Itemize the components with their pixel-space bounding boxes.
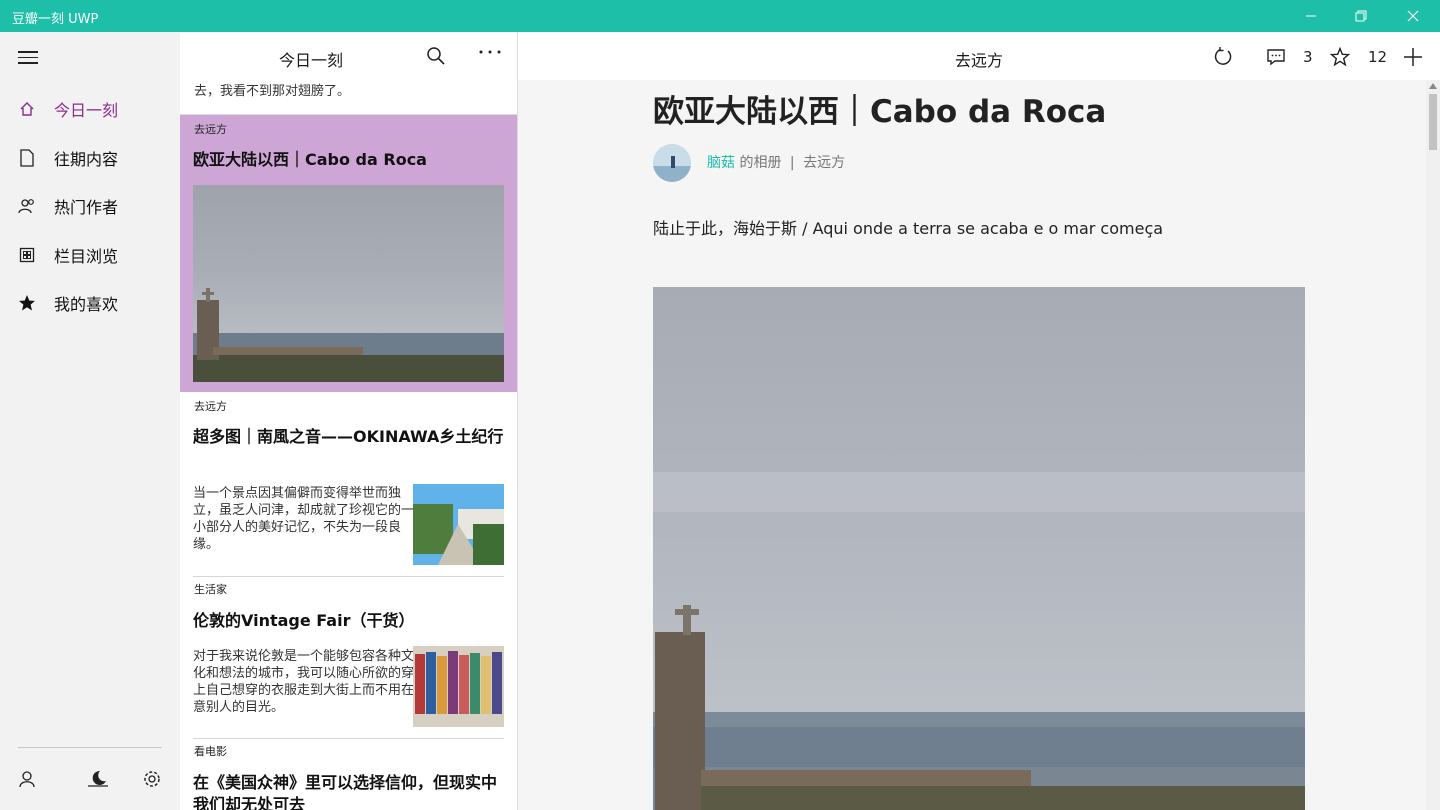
item-title[interactable]: 伦敦的Vintage Fair（干货） (193, 610, 504, 632)
star-outline-icon (1330, 47, 1350, 67)
hamburger-menu-button[interactable] (18, 51, 38, 65)
restore-icon (1355, 10, 1367, 22)
nav-item-today[interactable]: 今日一刻 (0, 87, 180, 131)
settings-button[interactable] (140, 767, 164, 791)
detail-header-title: 去远方 (954, 51, 1003, 70)
byline-separator: | (789, 155, 795, 171)
divider (193, 576, 504, 577)
item-thumbnail[interactable] (413, 646, 504, 727)
nav-pane: 今日一刻 往期内容 热门作者 栏目浏览 我的喜欢 (0, 32, 180, 810)
item-image (193, 185, 504, 382)
grid-icon (18, 246, 36, 264)
divider (193, 738, 504, 739)
comment-icon (1267, 49, 1285, 66)
item-excerpt: 当一个景点因其偏僻而变得举世而独立，虽乏人问津，却成就了珍视它的一小部分人的美好… (193, 486, 415, 552)
item-category: 去远方 (194, 400, 227, 413)
close-icon (1407, 10, 1419, 22)
article-detail-pane: 去远方 3 12 欧亚大陆以西｜Cabo da Roca 脑菇 的相册 | 去远… (518, 32, 1440, 810)
search-button[interactable] (426, 46, 446, 66)
article-lead: 陆止于此，海始于斯 / Aqui onde a terra se acaba e… (653, 219, 1164, 238)
byline-text: 的相册 (739, 155, 782, 171)
list-header: 今日一刻 (180, 32, 517, 80)
list-title: 今日一刻 (278, 51, 343, 70)
user-icon (19, 771, 35, 788)
item-excerpt: 对于我来说伦敦是一个能够包容各种文化和想法的城市，我可以随心所欲的穿上自己想穿的… (193, 649, 415, 715)
scrollbar-thumb[interactable] (1429, 94, 1437, 150)
like-count: 12 (1368, 48, 1388, 66)
title-bar: 豆瓣一刻 UWP (0, 0, 1440, 32)
minimize-button[interactable] (1288, 0, 1334, 32)
refresh-button[interactable] (1212, 46, 1234, 68)
nav-item-columns[interactable]: 栏目浏览 (0, 233, 180, 277)
item-category: 生活家 (194, 583, 227, 596)
star-icon (18, 294, 36, 312)
author-avatar[interactable] (653, 144, 691, 182)
close-button[interactable] (1390, 0, 1436, 32)
plus-icon (1404, 48, 1422, 66)
night-mode-icon (88, 770, 108, 787)
more-options-button[interactable] (478, 42, 502, 62)
refresh-icon (1214, 47, 1232, 65)
scroll-up-icon (1429, 83, 1437, 89)
comments-button[interactable] (1265, 46, 1287, 68)
nav-item-label: 热门作者 (54, 198, 119, 217)
byline: 脑菇 的相册 | 去远方 (707, 152, 845, 172)
settings-icon (144, 771, 160, 787)
search-icon (427, 47, 445, 65)
article-hero-image (653, 287, 1305, 810)
user-button[interactable] (15, 767, 39, 791)
item-title: 欧亚大陆以西｜Cabo da Roca (193, 150, 427, 169)
more-icon (479, 50, 501, 54)
restore-button[interactable] (1338, 0, 1384, 32)
item-category: 看电影 (194, 745, 227, 758)
comment-count: 3 (1303, 48, 1313, 66)
item-thumbnail[interactable] (413, 484, 504, 565)
nav-divider (18, 747, 162, 748)
minimize-icon (1306, 15, 1316, 17)
article-list-pane: 今日一刻 去，我看不到那对翅膀了。 去远方 欧亚大陆以西｜Cabo da Roc… (180, 32, 518, 810)
item-title[interactable]: 在《美国众神》里可以选择信仰，但现实中我们却无处可去 (193, 772, 504, 810)
nav-item-archive[interactable]: 往期内容 (0, 136, 180, 180)
people-icon (18, 197, 36, 215)
nav-item-label: 栏目浏览 (54, 247, 119, 266)
document-icon (18, 149, 36, 167)
nav-item-authors[interactable]: 热门作者 (0, 184, 180, 228)
nav-item-label: 往期内容 (54, 150, 119, 169)
nav-item-label: 今日一刻 (54, 101, 119, 120)
add-button[interactable] (1402, 46, 1424, 68)
column-link[interactable]: 去远方 (803, 155, 845, 171)
nav-item-favorites[interactable]: 我的喜欢 (0, 281, 180, 325)
author-link[interactable]: 脑菇 (707, 155, 735, 171)
favorite-button[interactable] (1329, 46, 1351, 68)
home-icon (18, 100, 36, 118)
partial-excerpt: 去，我看不到那对翅膀了。 (194, 84, 351, 99)
article-title: 欧亚大陆以西｜Cabo da Roca (653, 94, 1107, 130)
nav-item-label: 我的喜欢 (54, 295, 119, 314)
night-mode-button[interactable] (86, 767, 110, 791)
scrollbar[interactable] (1426, 80, 1440, 810)
list-item-selected[interactable]: 去远方 欧亚大陆以西｜Cabo da Roca (180, 115, 517, 392)
detail-header: 去远方 3 12 (518, 32, 1440, 80)
item-category: 去远方 (194, 123, 227, 136)
app-title: 豆瓣一刻 UWP (12, 12, 99, 27)
item-title[interactable]: 超多图｜南風之音——OKINAWA乡土纪行 (193, 426, 504, 448)
